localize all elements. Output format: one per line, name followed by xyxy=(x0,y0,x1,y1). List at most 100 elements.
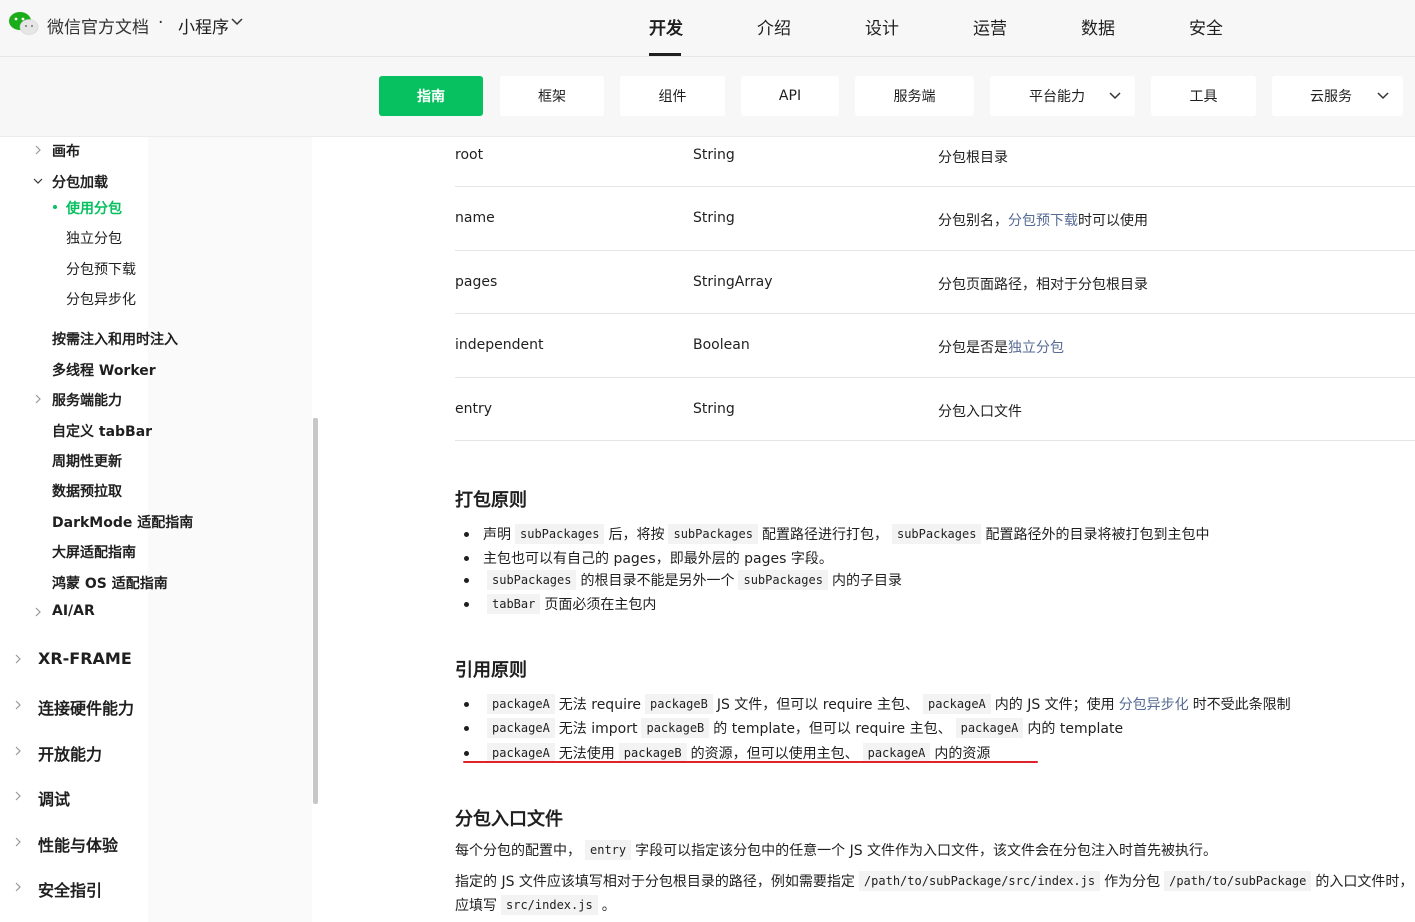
sidebar-section-open[interactable]: 开放能力 xyxy=(38,741,102,765)
link-preload[interactable]: 分包预下载 xyxy=(1008,213,1078,229)
inline-code: packageA xyxy=(862,743,931,763)
desc-text: 分包是否是 xyxy=(938,340,1008,356)
text: 的 template，但可以 require 主包、 xyxy=(713,721,952,737)
sidebar-section-xr-frame[interactable]: XR-FRAME xyxy=(38,649,132,668)
table-cell-field: pages xyxy=(455,274,498,290)
chevron-down-icon xyxy=(1377,92,1389,100)
sidebar-section-debug[interactable]: 调试 xyxy=(38,786,70,810)
inline-code: entry xyxy=(585,840,632,860)
list-item: 主包也可以有自己的 pages，即最外层的 pages 字段。 xyxy=(464,548,833,568)
chevron-right-icon[interactable] xyxy=(13,791,23,801)
subnav-platform[interactable]: 平台能力 xyxy=(990,76,1135,116)
title-separator: · xyxy=(158,13,164,33)
sidebar-section-hardware[interactable]: 连接硬件能力 xyxy=(38,695,134,719)
link-async[interactable]: 分包异步化 xyxy=(1119,694,1189,714)
list-item: packageA 无法使用 packageB 的资源，但可以使用主包、 packageA… xyxy=(463,743,990,763)
sidebar-item-use-subpackages[interactable]: 使用分包 xyxy=(66,198,122,218)
text: 无法使用 xyxy=(558,746,615,762)
sidebar-section-performance[interactable]: 性能与体验 xyxy=(38,832,118,856)
sub-nav: 指南 框架 组件 API 服务端 平台能力 工具 云服务 xyxy=(0,57,1415,137)
chevron-right-icon[interactable] xyxy=(33,394,43,404)
chevron-right-icon[interactable] xyxy=(13,700,23,710)
text: 的入口文件时， xyxy=(1315,874,1414,890)
chevron-right-icon[interactable] xyxy=(33,145,43,155)
subnav-tools[interactable]: 工具 xyxy=(1151,76,1256,116)
sidebar-item-darkmode[interactable]: DarkMode 适配指南 xyxy=(52,512,193,532)
chevron-right-icon[interactable] xyxy=(13,882,23,892)
sidebar-item-async[interactable]: 分包异步化 xyxy=(66,289,136,309)
nav-operation[interactable]: 运营 xyxy=(973,14,1007,39)
table-cell-desc: 分包页面路径，相对于分包根目录 xyxy=(938,277,1148,293)
inline-code: packageB xyxy=(645,694,713,714)
sidebar-item-server-capability[interactable]: 服务端能力 xyxy=(52,390,122,410)
inline-code: packageB xyxy=(618,743,687,763)
table-divider xyxy=(455,440,1415,441)
table-divider xyxy=(455,186,1415,187)
inline-code: packageA xyxy=(487,718,555,738)
inline-code: subPackages xyxy=(738,570,828,590)
active-indicator-dot xyxy=(53,205,57,209)
chevron-down-icon[interactable] xyxy=(33,176,43,186)
table-cell-desc: 分包根目录 xyxy=(938,150,1008,166)
sidebar-scrollbar-thumb[interactable] xyxy=(313,418,318,804)
sidebar-item-large-screen[interactable]: 大屏适配指南 xyxy=(52,542,136,562)
sidebar-section-security[interactable]: 安全指引 xyxy=(38,877,102,901)
sidebar-item-subpackages[interactable]: 分包加载 xyxy=(52,172,108,192)
sidebar-item-preload[interactable]: 分包预下载 xyxy=(66,259,136,279)
subnav-components[interactable]: 组件 xyxy=(620,76,725,116)
sidebar-item-worker[interactable]: 多线程 Worker xyxy=(52,360,156,380)
table-divider xyxy=(455,377,1415,378)
nav-design[interactable]: 设计 xyxy=(865,14,899,39)
sidebar-item-prefetch[interactable]: 数据预拉取 xyxy=(52,481,122,501)
text: 内的子目录 xyxy=(831,573,902,589)
text: 配置路径进行打包， xyxy=(761,527,888,543)
subnav-guide[interactable]: 指南 xyxy=(379,76,483,116)
chevron-right-icon[interactable] xyxy=(13,746,23,756)
nav-intro[interactable]: 介绍 xyxy=(757,14,791,39)
sidebar-item-harmony[interactable]: 鸿蒙 OS 适配指南 xyxy=(52,573,168,593)
subnav-api[interactable]: API xyxy=(741,76,839,116)
nav-security[interactable]: 安全 xyxy=(1189,14,1223,39)
chevron-right-icon[interactable] xyxy=(13,654,23,664)
site-title[interactable]: 微信官方文档 xyxy=(47,13,149,38)
text: 的资源，但可以使用主包、 xyxy=(690,746,859,762)
subnav-cloud-label: 云服务 xyxy=(1310,89,1352,105)
subnav-server[interactable]: 服务端 xyxy=(855,76,974,116)
table-cell-desc: 分包别名，分包预下载时可以使用 xyxy=(938,210,1148,230)
sidebar-item-lazy-injection[interactable]: 按需注入和用时注入 xyxy=(52,329,178,349)
table-cell-type: StringArray xyxy=(693,274,773,290)
chevron-down-icon[interactable] xyxy=(231,18,243,26)
paragraph: 每个分包的配置中， entry 字段可以指定该分包中的任意一个 JS 文件作为入口文… xyxy=(455,840,1217,860)
text: 主包也可以有自己的 pages，即最外层的 pages 字段。 xyxy=(483,551,833,567)
text: 时不受此条限制 xyxy=(1192,697,1291,713)
wechat-logo-icon[interactable] xyxy=(8,10,40,38)
table-cell-type: String xyxy=(693,147,735,163)
table-cell-field: root xyxy=(455,147,484,163)
sidebar-item-canvas[interactable]: 画布 xyxy=(52,141,80,161)
inline-code: subPackages xyxy=(515,524,605,544)
inline-code: subPackages xyxy=(891,524,982,544)
text: 应填写 xyxy=(455,898,497,914)
link-independent[interactable]: 独立分包 xyxy=(1008,340,1064,356)
text: 。 xyxy=(601,898,616,914)
text: 页面必须在主包内 xyxy=(544,597,657,613)
nav-data[interactable]: 数据 xyxy=(1081,14,1115,39)
subnav-framework[interactable]: 框架 xyxy=(500,76,604,116)
inline-code: packageA xyxy=(922,694,991,714)
active-nav-underline xyxy=(649,53,681,56)
sidebar-item-independent[interactable]: 独立分包 xyxy=(66,228,122,248)
table-cell-field: independent xyxy=(455,337,544,353)
chevron-right-icon[interactable] xyxy=(13,837,23,847)
inline-code: tabBar xyxy=(487,594,541,614)
nav-develop[interactable]: 开发 xyxy=(649,14,683,39)
sidebar-item-periodic-update[interactable]: 周期性更新 xyxy=(52,451,122,471)
text: 的根目录不能是另外一个 xyxy=(580,573,735,589)
text: 无法 require xyxy=(558,697,642,713)
chevron-right-icon[interactable] xyxy=(33,607,43,617)
inline-code: subPackages xyxy=(487,570,577,590)
product-switcher[interactable]: 小程序 xyxy=(178,13,229,38)
subnav-cloud[interactable]: 云服务 xyxy=(1272,76,1403,116)
sidebar-item-ai-ar[interactable]: AI/AR xyxy=(52,603,95,619)
text: 作为分包 xyxy=(1104,874,1161,890)
sidebar-item-custom-tabbar[interactable]: 自定义 tabBar xyxy=(52,421,152,441)
